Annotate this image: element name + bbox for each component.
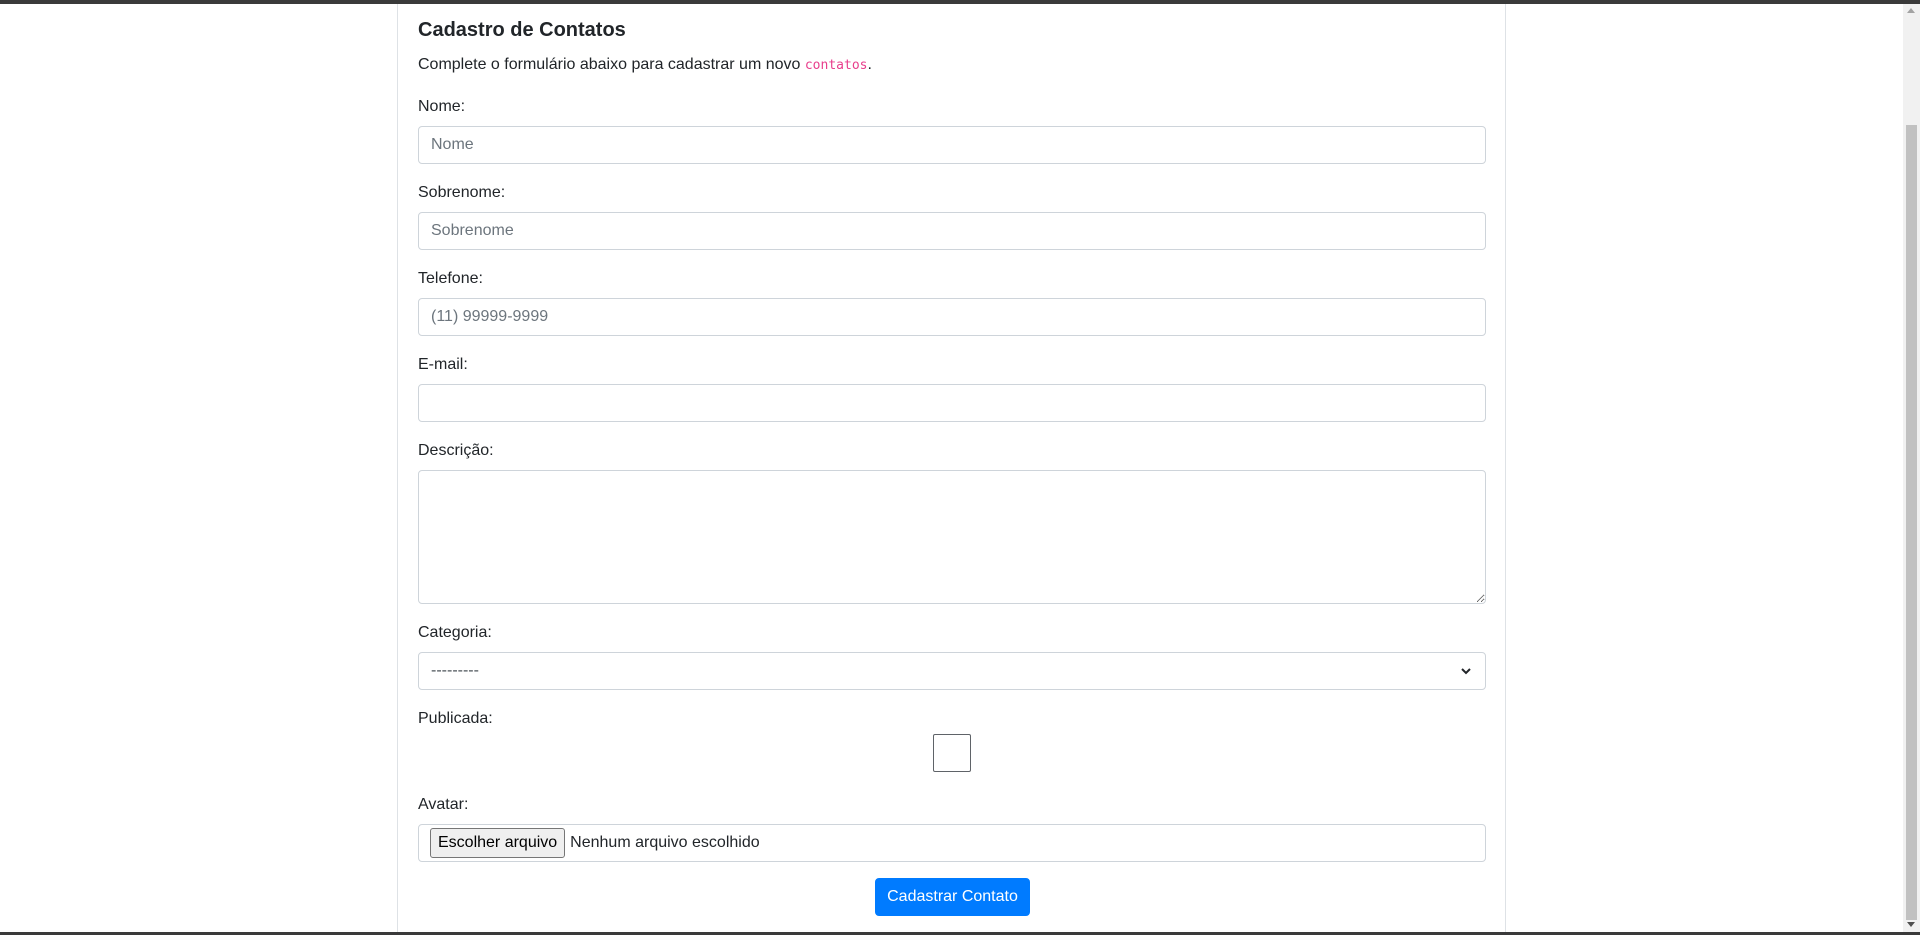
intro-code: contatos	[804, 58, 868, 73]
scrollbar-thumb[interactable]	[1906, 125, 1917, 920]
intro-text-main: Complete o formulário abaixo para cadast…	[418, 56, 805, 73]
page-container: Cadastro de Contatos Complete o formulár…	[397, 4, 1506, 932]
descricao-textarea[interactable]	[418, 470, 1486, 604]
vertical-scrollbar[interactable]	[1903, 4, 1920, 932]
intro-text-end: .	[867, 56, 872, 73]
categoria-label: Categoria:	[418, 624, 492, 641]
categoria-selected-value: ---------	[431, 662, 479, 679]
email-label: E-mail:	[418, 356, 468, 373]
chevron-down-icon	[1459, 664, 1473, 678]
telefone-input[interactable]	[418, 298, 1486, 336]
sobrenome-label: Sobrenome:	[418, 184, 506, 201]
avatar-file-input[interactable]: Escolher arquivo Nenhum arquivo escolhid…	[418, 824, 1486, 862]
choose-file-button[interactable]: Escolher arquivo	[430, 828, 566, 858]
sobrenome-input[interactable]	[418, 212, 1486, 250]
telefone-label: Telefone:	[418, 270, 483, 287]
categoria-select[interactable]: ---------	[418, 652, 1486, 690]
scroll-up-arrow-icon[interactable]	[1907, 8, 1915, 13]
submit-button[interactable]: Cadastrar Contato	[875, 878, 1030, 916]
scroll-down-arrow-icon[interactable]	[1907, 922, 1915, 927]
avatar-label: Avatar:	[418, 796, 469, 813]
email-input[interactable]	[418, 384, 1486, 422]
file-status-text: Nenhum arquivo escolhido	[570, 834, 760, 851]
intro-text: Complete o formulário abaixo para cadast…	[418, 54, 872, 77]
nome-label: Nome:	[418, 98, 466, 115]
page-title: Cadastro de Contatos	[418, 19, 626, 41]
publicada-label: Publicada:	[418, 710, 493, 727]
descricao-label: Descrição:	[418, 442, 494, 459]
publicada-checkbox[interactable]	[933, 734, 971, 772]
nome-input[interactable]	[418, 126, 1486, 164]
